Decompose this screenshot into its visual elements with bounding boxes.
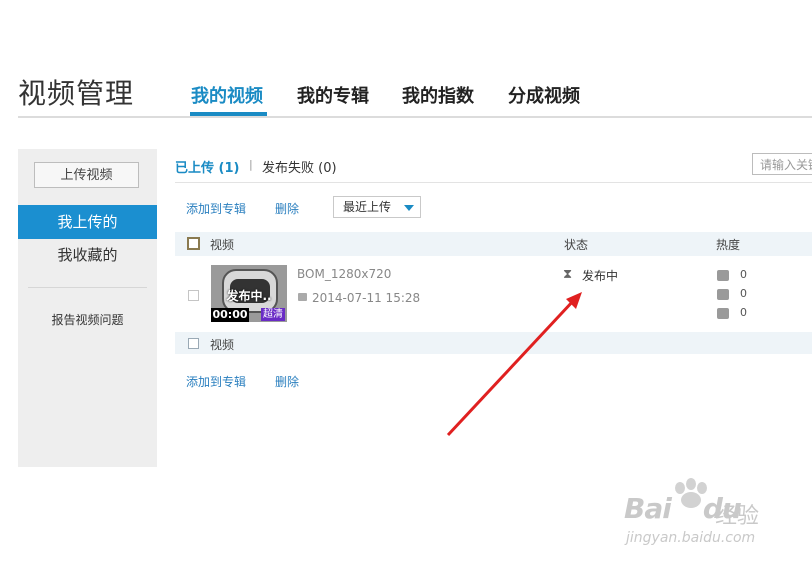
watermark-cn: 经验: [715, 504, 760, 529]
watermark-url: jingyan.baidu.com: [626, 530, 756, 546]
watermark-brand-part1: Bai: [624, 492, 672, 525]
